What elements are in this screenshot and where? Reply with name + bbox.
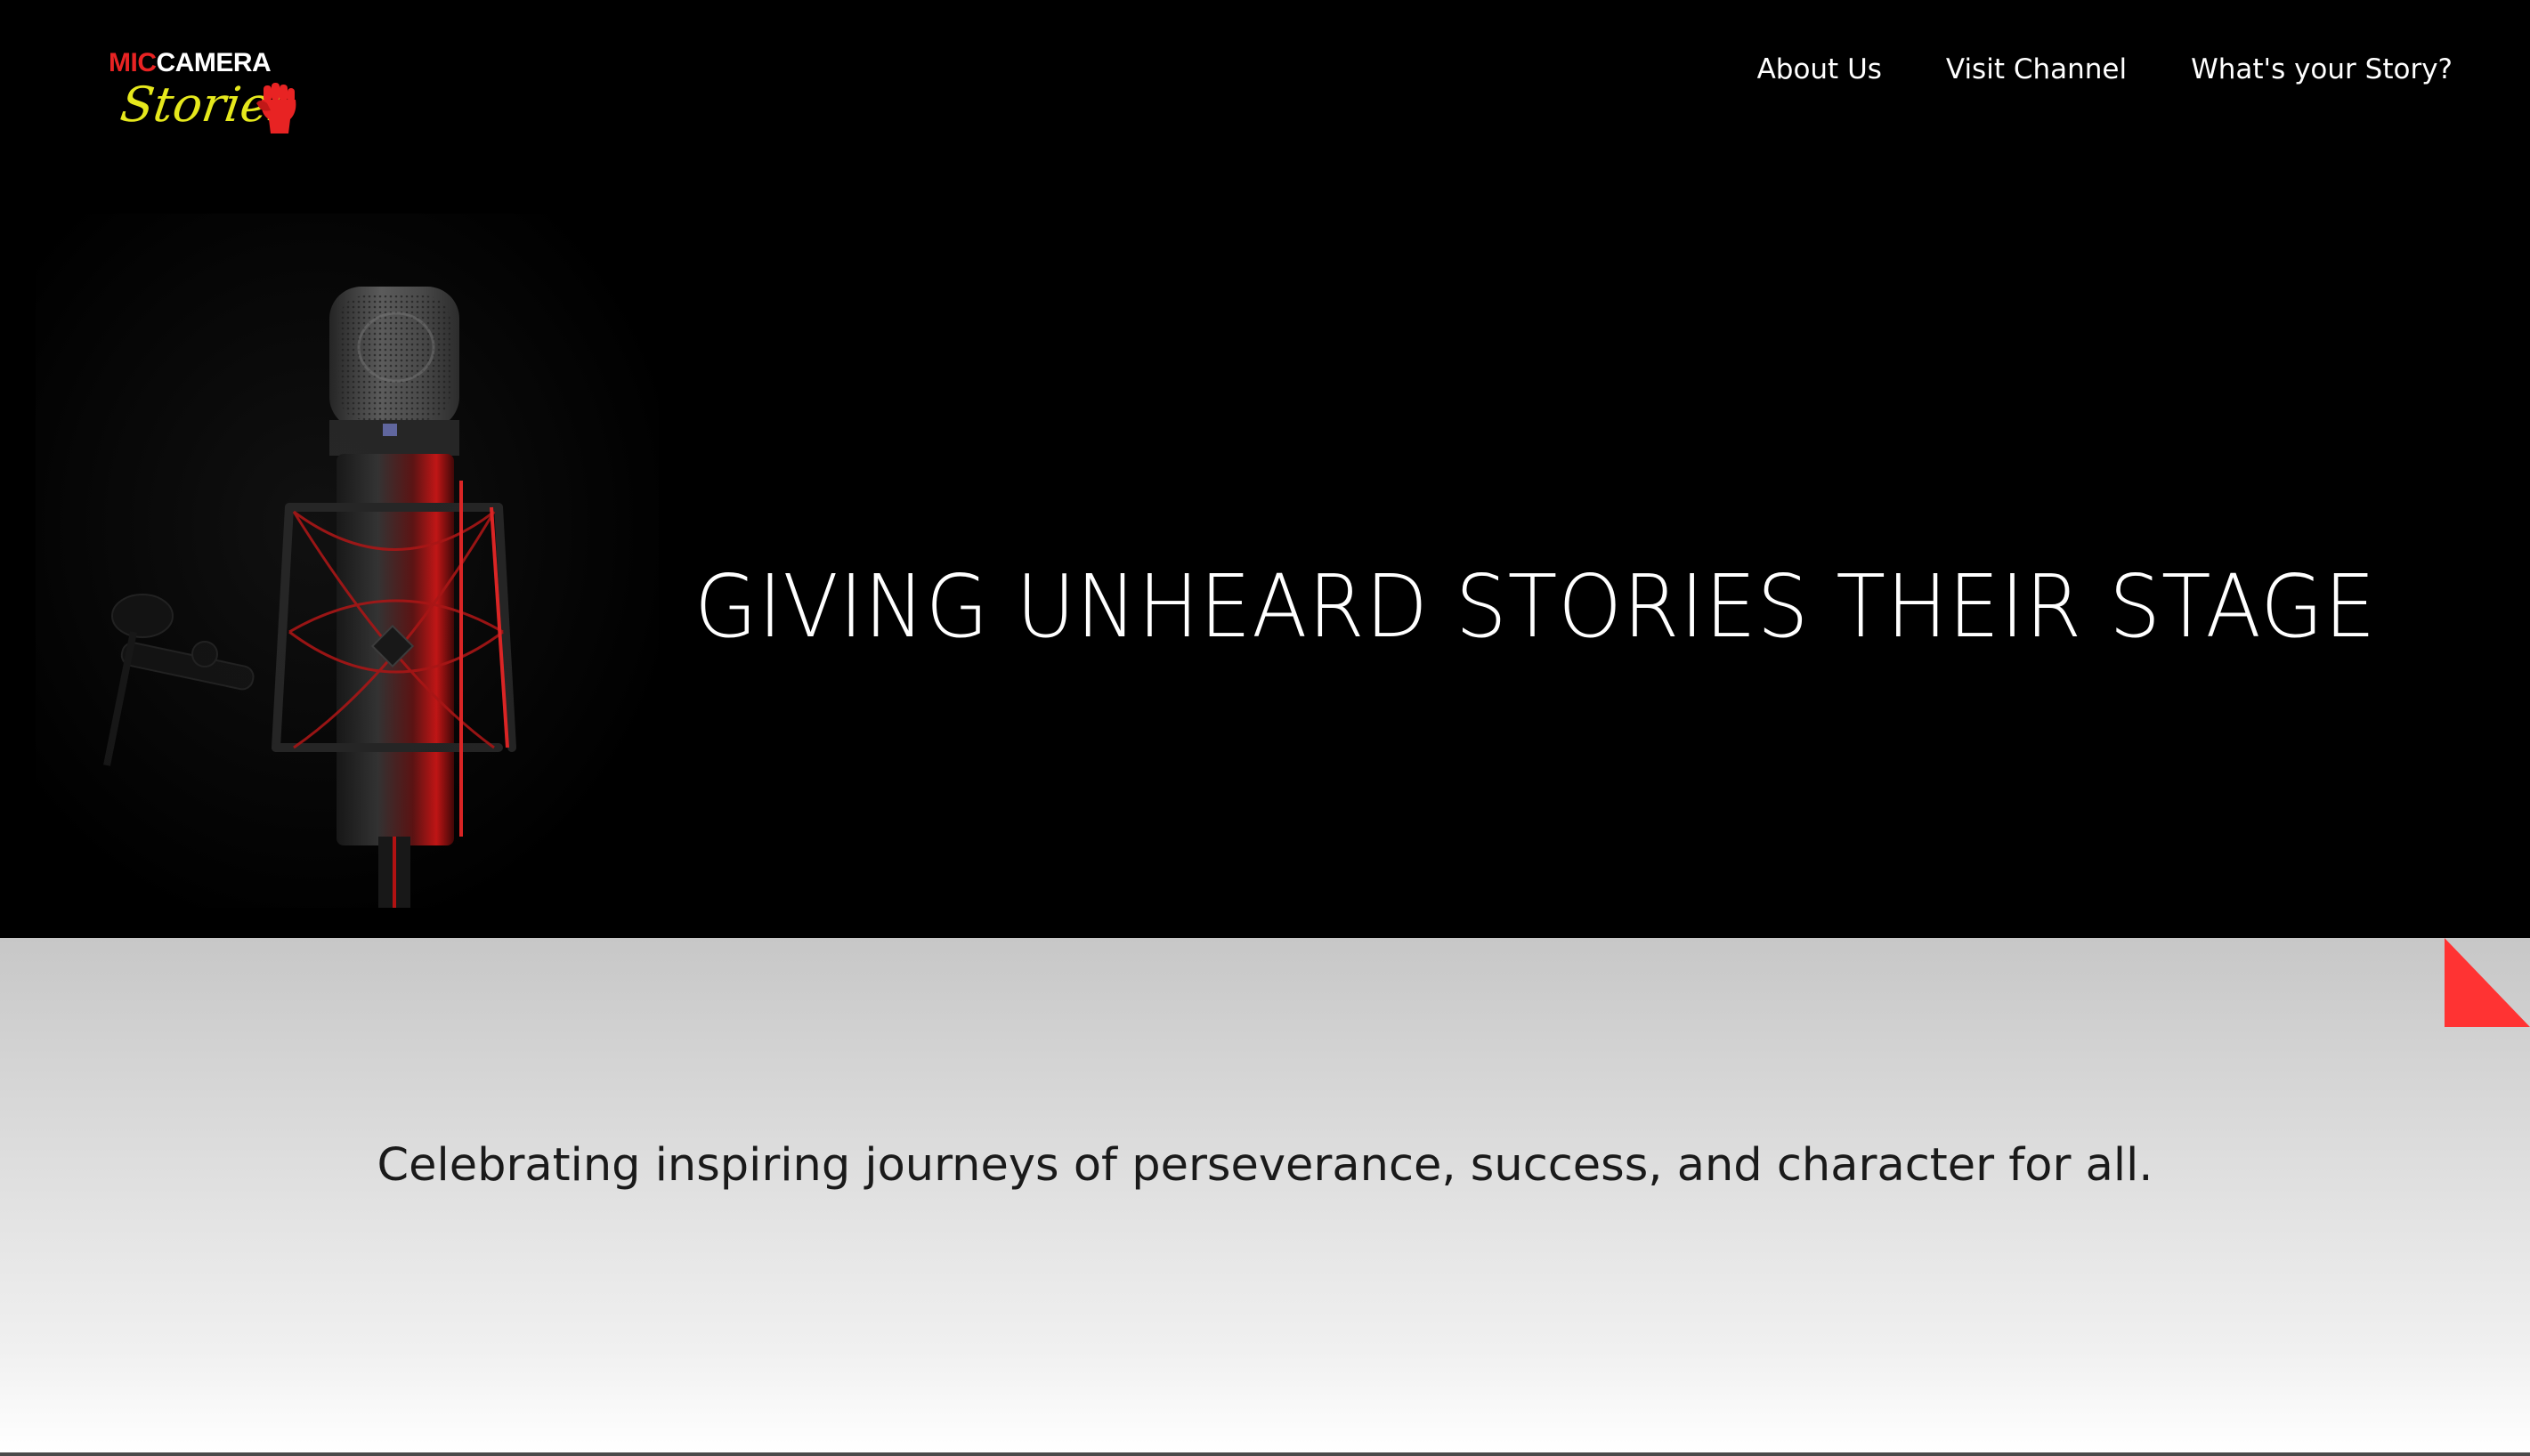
site-logo[interactable]: MICCAMERA Stories: [109, 46, 304, 144]
nav-link-about-us[interactable]: About Us: [1757, 53, 1882, 85]
main-nav: About Us Visit Channel What's your Story…: [1757, 53, 2453, 85]
bottom-divider: [0, 1452, 2530, 1456]
raised-fist-icon: [256, 83, 296, 133]
corner-accent-triangle: [2445, 938, 2530, 1027]
logo-word-mic: MIC: [109, 48, 157, 77]
logo-word-camera: CAMERA: [156, 48, 272, 77]
nav-link-visit-channel[interactable]: Visit Channel: [1946, 53, 2127, 85]
studio-microphone-image: [36, 214, 659, 908]
tagline-text: Celebrating inspiring journeys of persev…: [377, 1139, 2153, 1192]
nav-link-whats-your-story[interactable]: What's your Story?: [2191, 53, 2453, 85]
page: MICCAMERA Stories About Us Visit Channel…: [0, 0, 2530, 1456]
site-header: MICCAMERA Stories About Us Visit Channel…: [0, 0, 2530, 151]
logo-wordmark: MICCAMERA: [109, 48, 272, 78]
hero-headline: GIVING UNHEARD STORIES THEIR STAGE: [694, 555, 2377, 657]
hero-section: MICCAMERA Stories About Us Visit Channel…: [0, 0, 2530, 938]
tagline-section: Celebrating inspiring journeys of persev…: [0, 938, 2530, 1452]
